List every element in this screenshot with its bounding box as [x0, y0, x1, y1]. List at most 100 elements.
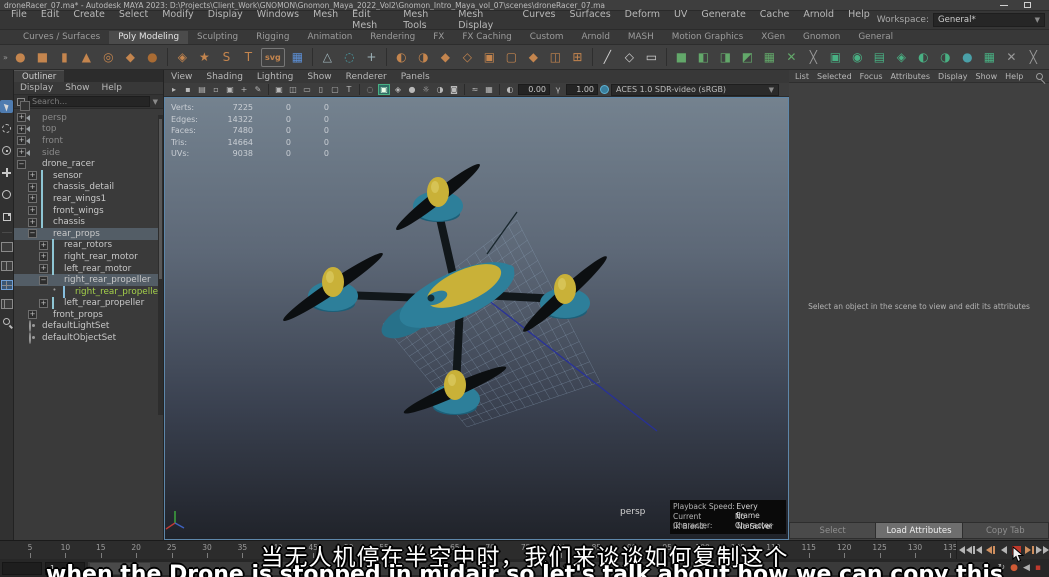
- viewport-menu-item-show[interactable]: Show: [300, 71, 338, 83]
- arnold-renderview-icon[interactable]: ●: [958, 48, 977, 67]
- expand-toggle-icon[interactable]: −: [17, 160, 26, 169]
- isolate-select-icon[interactable]: ▣: [273, 84, 285, 95]
- poly-torus-icon[interactable]: ◎: [99, 48, 118, 67]
- paint-select-tool[interactable]: [0, 144, 13, 157]
- construction-grid-icon[interactable]: ▦: [288, 48, 307, 67]
- gamma-icon[interactable]: γ: [552, 84, 564, 95]
- expand-toggle-icon[interactable]: +: [28, 218, 37, 227]
- 2d-pan-zoom-icon[interactable]: +: [238, 84, 250, 95]
- anti-aliasing-icon[interactable]: ▦: [483, 84, 495, 95]
- outliner-item-front_props[interactable]: +front_props: [14, 309, 163, 321]
- menubar-item-cache[interactable]: Cache: [753, 7, 797, 33]
- shelf-tab-fx-caching[interactable]: FX Caching: [453, 31, 520, 44]
- ae-menu-item-selected[interactable]: Selected: [813, 71, 856, 82]
- convert-to-edge-icon[interactable]: ◧: [694, 48, 713, 67]
- ipr-render-icon[interactable]: ◉: [848, 48, 867, 67]
- expand-toggle-icon[interactable]: +: [28, 171, 37, 180]
- hypershade-icon[interactable]: ◈: [892, 48, 911, 67]
- extrude-icon[interactable]: ⊞: [568, 48, 587, 67]
- multi-cut-icon[interactable]: ╱: [598, 48, 617, 67]
- screen-space-ao-icon[interactable]: ◙: [448, 84, 460, 95]
- resolution-gate-icon[interactable]: ▭: [301, 84, 313, 95]
- bevel-icon[interactable]: ◆: [524, 48, 543, 67]
- menubar-item-select[interactable]: Select: [112, 7, 155, 33]
- convert-to-vertex-icon[interactable]: ■: [672, 48, 691, 67]
- menubar-item-generate[interactable]: Generate: [694, 7, 752, 33]
- layout-two-button[interactable]: [1, 261, 13, 271]
- colorspace-dropdown[interactable]: ACES 1.0 SDR-video (sRGB)▼: [611, 84, 779, 96]
- target-weld-icon[interactable]: ◇: [620, 48, 639, 67]
- select-button[interactable]: Select: [790, 523, 875, 538]
- menubar-item-edit-mesh[interactable]: Edit Mesh: [345, 7, 396, 33]
- outliner-item-right_rear_motor[interactable]: +right_rear_motor: [14, 251, 163, 263]
- outliner-item-top[interactable]: +top: [14, 124, 163, 136]
- expand-toggle-icon[interactable]: −: [39, 276, 48, 285]
- field-chart-icon[interactable]: ◫: [287, 84, 299, 95]
- pin-icon[interactable]: [1036, 73, 1043, 80]
- viewport-canvas[interactable]: Verts:722500Edges:1432200Faces:748000Tri…: [164, 97, 789, 540]
- zoom-tool-icon[interactable]: [3, 318, 10, 325]
- shelf-tab-curves-surfaces[interactable]: Curves / Surfaces: [14, 31, 109, 44]
- symmetry-off-icon[interactable]: ╳: [1024, 48, 1043, 67]
- ae-menu-item-help[interactable]: Help: [1001, 71, 1027, 82]
- shelf-tab-xgen[interactable]: XGen: [752, 31, 794, 44]
- layout-four-button[interactable]: [1, 280, 13, 290]
- outliner-menu-item-help[interactable]: Help: [95, 82, 128, 94]
- shelf-tab-rigging[interactable]: Rigging: [247, 31, 298, 44]
- outliner-item-defaultLightSet[interactable]: defaultLightSet: [14, 321, 163, 333]
- shelf-tab-rendering[interactable]: Rendering: [361, 31, 424, 44]
- outliner-item-right_rear_propellerShape[interactable]: •right_rear_propellerShape: [14, 286, 163, 298]
- outliner-item-drone_racer[interactable]: −drone_racer: [14, 158, 163, 170]
- shelf-tab-arnold[interactable]: Arnold: [572, 31, 618, 44]
- expand-toggle-icon[interactable]: +: [39, 241, 48, 250]
- expand-toggle-icon[interactable]: +: [39, 264, 48, 273]
- outliner-item-right_rear_propeller[interactable]: −right_rear_propeller: [14, 274, 163, 286]
- deselect-all-icon[interactable]: ╳: [804, 48, 823, 67]
- quad-draw-icon[interactable]: ▭: [642, 48, 661, 67]
- minimize-button[interactable]: [1000, 5, 1008, 6]
- shadows-icon[interactable]: ◑: [434, 84, 446, 95]
- image-plane-icon[interactable]: ▣: [224, 84, 236, 95]
- outliner-item-chassis[interactable]: +chassis: [14, 216, 163, 228]
- viewport-3d-scene[interactable]: [165, 98, 788, 539]
- outliner-item-front[interactable]: +front: [14, 135, 163, 147]
- shelf-tab-custom[interactable]: Custom: [521, 31, 573, 44]
- outliner-item-rear_rotors[interactable]: +rear_rotors: [14, 240, 163, 252]
- lasso-tool[interactable]: [0, 122, 13, 135]
- menubar-item-display[interactable]: Display: [201, 7, 250, 33]
- platonic-solid-icon[interactable]: ◈: [173, 48, 192, 67]
- grow-selection-icon[interactable]: ▦: [760, 48, 779, 67]
- outliner-menu-item-show[interactable]: Show: [59, 82, 95, 94]
- menubar-item-help[interactable]: Help: [841, 7, 877, 33]
- shelf-tab-poly-modeling[interactable]: Poly Modeling: [109, 31, 188, 44]
- measure-tool-icon[interactable]: ◌: [340, 48, 359, 67]
- shelf-tab-mash[interactable]: MASH: [619, 31, 663, 44]
- outliner-tab[interactable]: Outliner: [14, 70, 64, 82]
- outliner-item-left_rear_motor[interactable]: +left_rear_motor: [14, 263, 163, 275]
- exposure-icon[interactable]: ◐: [504, 84, 516, 95]
- shelf-tab-motion-graphics[interactable]: Motion Graphics: [663, 31, 752, 44]
- film-gate-icon[interactable]: ▢: [329, 84, 341, 95]
- menubar-item-mesh[interactable]: Mesh: [306, 7, 345, 33]
- textured-mode-icon[interactable]: ▣: [378, 84, 390, 95]
- shelf-tab-sculpting[interactable]: Sculpting: [188, 31, 247, 44]
- viewport-menu-item-panels[interactable]: Panels: [394, 71, 437, 83]
- scale-tool[interactable]: [0, 210, 13, 223]
- outliner-item-chassis_detail[interactable]: +chassis_detail: [14, 182, 163, 194]
- menubar-item-modify[interactable]: Modify: [155, 7, 200, 33]
- ae-menu-item-attributes[interactable]: Attributes: [887, 71, 935, 82]
- viewport-menu-item-renderer[interactable]: Renderer: [339, 71, 394, 83]
- ae-menu-item-focus[interactable]: Focus: [856, 71, 887, 82]
- svg-tool-icon[interactable]: svg: [261, 48, 285, 67]
- rotate-tool[interactable]: [0, 188, 13, 201]
- expand-toggle-icon[interactable]: +: [39, 299, 48, 308]
- load-attributes-button[interactable]: Load Attributes: [876, 523, 961, 538]
- viewport-menu-item-lighting[interactable]: Lighting: [250, 71, 300, 83]
- convert-to-uv-icon[interactable]: ◩: [738, 48, 757, 67]
- copy-tab-button[interactable]: Copy Tab: [963, 523, 1048, 538]
- render-sequence-icon[interactable]: ▦: [980, 48, 999, 67]
- default-material-icon[interactable]: ●: [406, 84, 418, 95]
- shelf-tab-general[interactable]: General: [849, 31, 902, 44]
- boolean-union-icon[interactable]: ◐: [392, 48, 411, 67]
- extract-icon[interactable]: ▣: [480, 48, 499, 67]
